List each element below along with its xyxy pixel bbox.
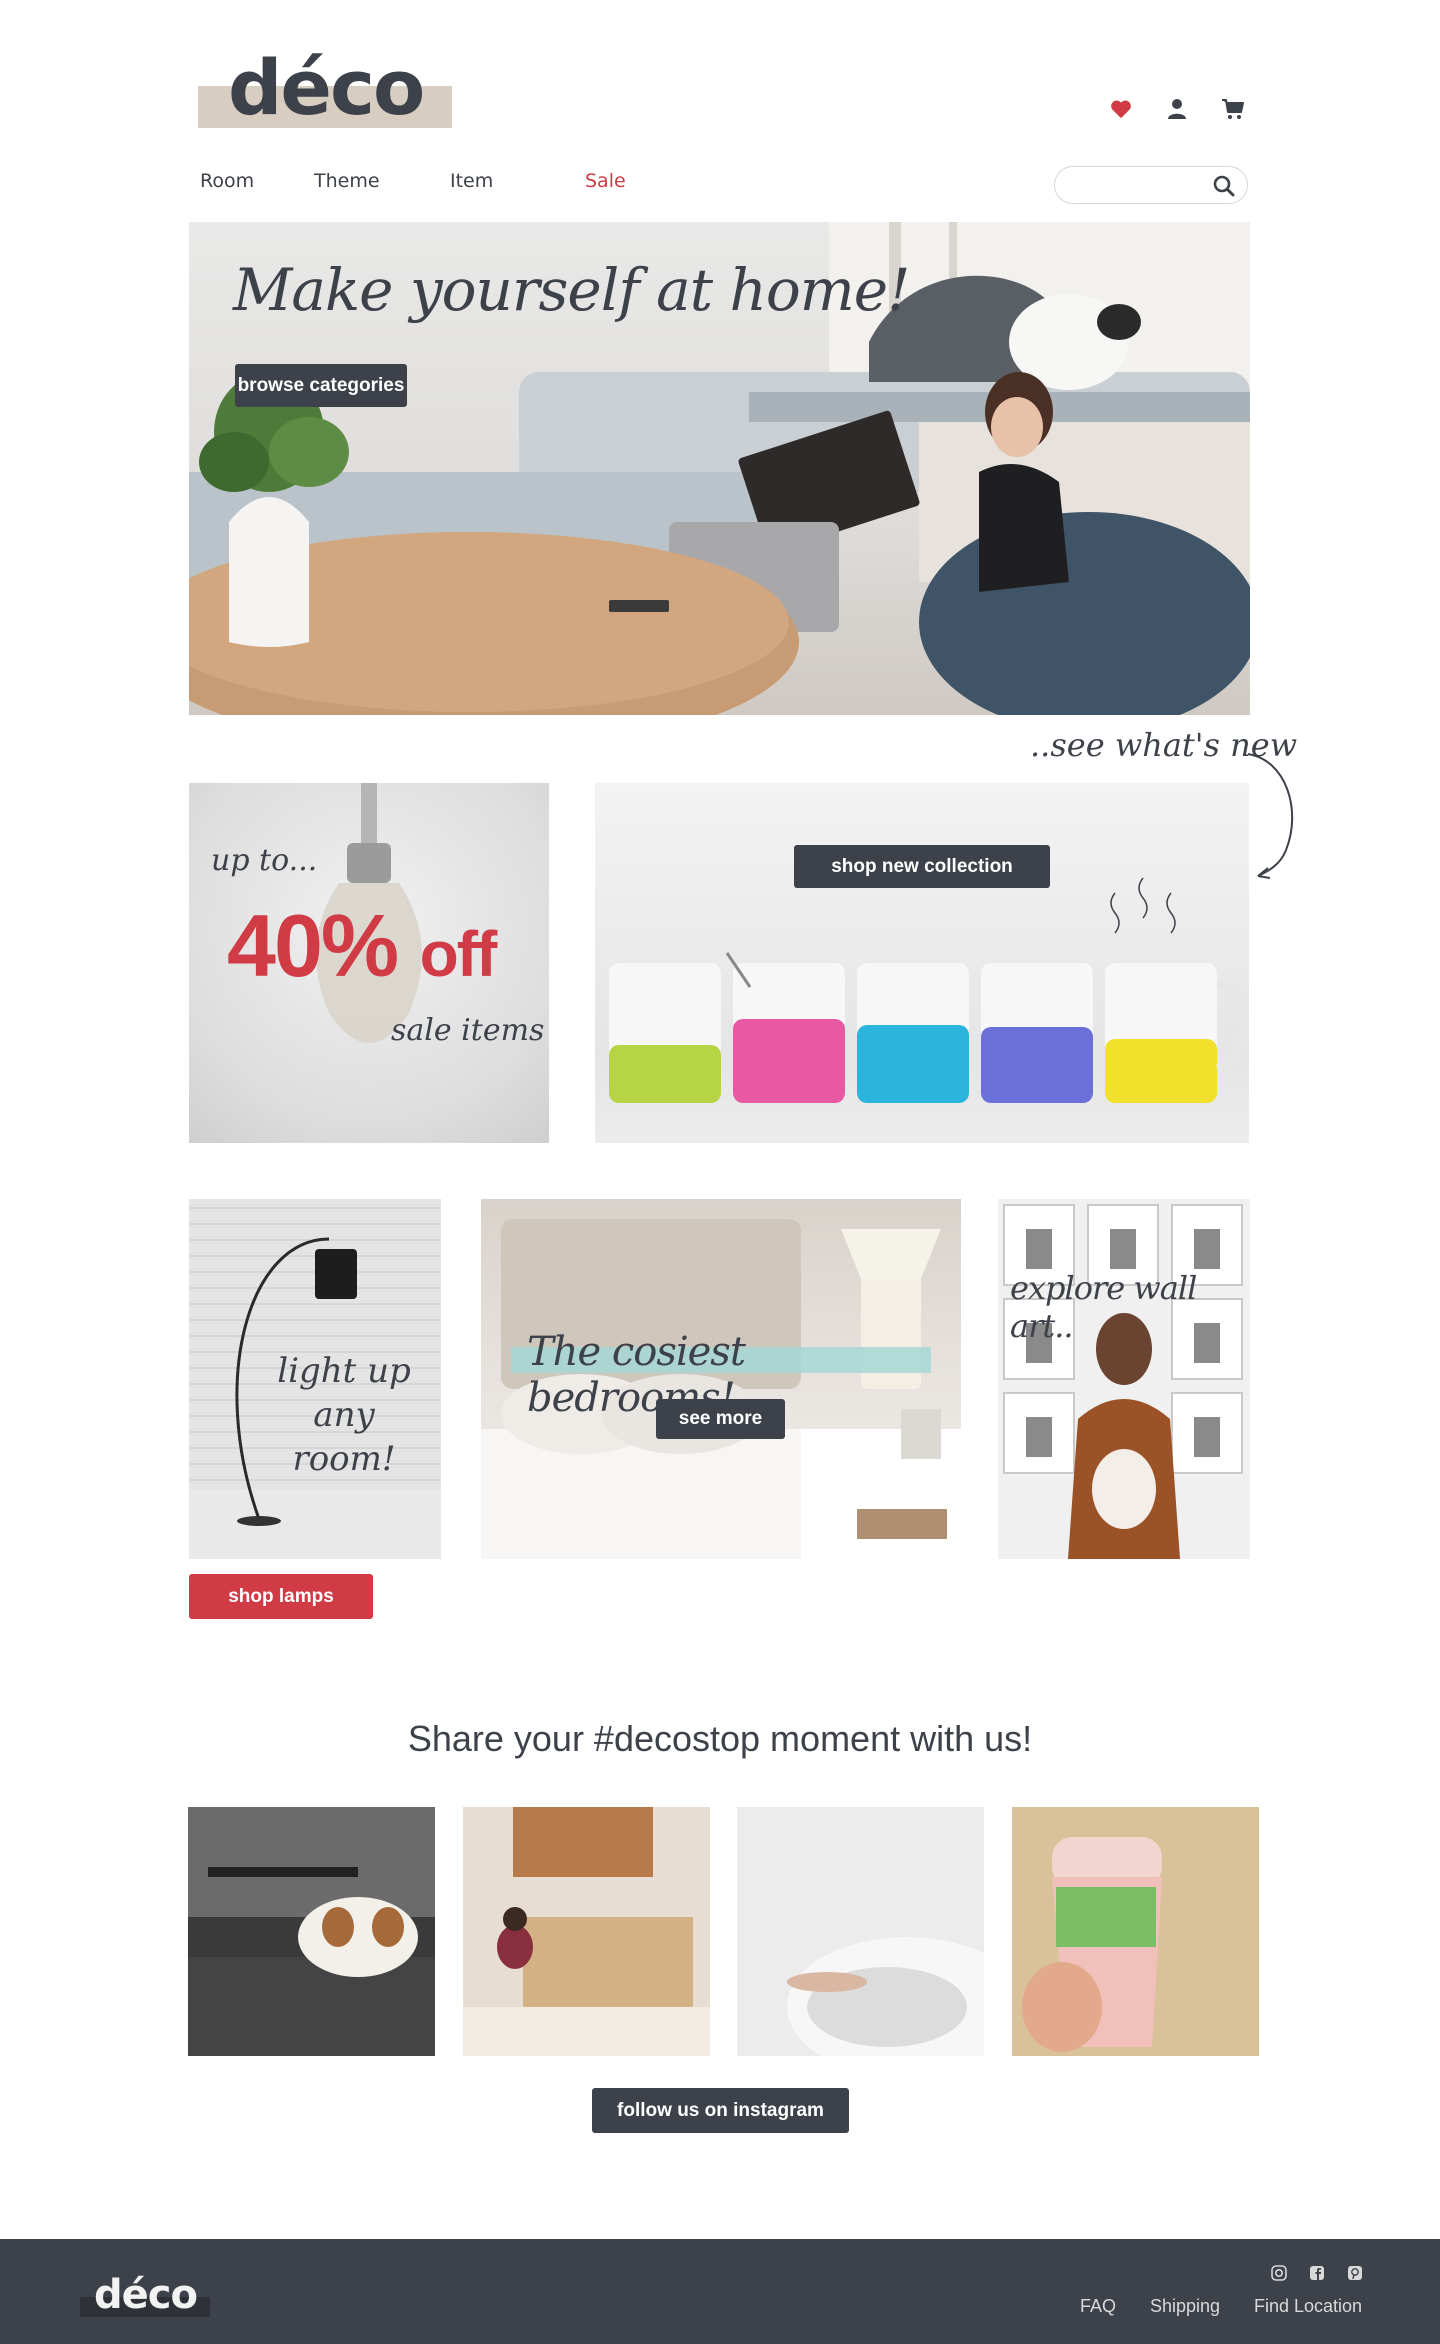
heart-icon[interactable] [1106, 94, 1136, 124]
instagram-photo-cup[interactable] [1011, 1807, 1259, 2056]
wall-art-title: explore wall art.. [1010, 1269, 1197, 1345]
hero-title: Make yourself at home! [233, 256, 910, 324]
coffee-cup-photo-image [1011, 1807, 1259, 2056]
footer-logo[interactable]: déco [80, 2275, 210, 2319]
new-collection-tile: shop new collection [595, 783, 1249, 1143]
hero-banner: Make yourself at home! browse categories [189, 222, 1250, 715]
wall-art-image [1003, 1204, 1243, 1559]
footer-link-shipping[interactable]: Shipping [1150, 2296, 1254, 2317]
lamp-tile[interactable]: light up any room! [189, 1199, 441, 1559]
instagram-photo-bed[interactable] [737, 1807, 985, 2056]
sale-items-text: sale items [391, 1013, 545, 1048]
user-icon[interactable] [1162, 94, 1192, 124]
nav-item-item[interactable]: Item [450, 170, 585, 202]
site-logo[interactable]: déco [198, 50, 452, 128]
lamp-text-line2: any room! [292, 1395, 396, 1479]
sale-percent-text: 40% off [227, 895, 498, 997]
search-icon[interactable] [1213, 175, 1235, 197]
footer: déco [0, 2239, 1440, 2344]
share-title: Share your #decostop moment with us! [407, 1718, 1033, 1759]
logo-text: déco [228, 43, 425, 132]
instagram-photo-dog[interactable] [188, 1807, 435, 2056]
footer-social-icons [1270, 2264, 1364, 2284]
footer-link-faq[interactable]: FAQ [1080, 2296, 1150, 2317]
instagram-icon[interactable] [1270, 2264, 1288, 2284]
facebook-icon[interactable] [1308, 2264, 1326, 2284]
footer-links: FAQ Shipping Find Location [1080, 2296, 1362, 2317]
nav-item-theme[interactable]: Theme [314, 170, 450, 202]
instagram-photo-child[interactable] [462, 1807, 710, 2056]
mugs-image [609, 877, 1248, 1103]
instagram-gallery [188, 1807, 1259, 2056]
main-nav: Room Theme Item Sale [200, 170, 626, 202]
nav-item-sale[interactable]: Sale [585, 170, 626, 202]
sale-up-to-text: up to... [211, 843, 318, 878]
wall-art-tile[interactable]: explore wall art.. [998, 1199, 1250, 1559]
bedroom-tile: The cosiest bedrooms! see more [481, 1199, 961, 1559]
shop-new-collection-button[interactable]: shop new collection [794, 845, 1050, 888]
follow-instagram-button[interactable]: follow us on instagram [592, 2088, 849, 2133]
bed-photo-image [737, 1807, 985, 2056]
search-input[interactable] [1069, 173, 1209, 199]
search-box [1054, 166, 1248, 204]
sale-percent-value: 40% [227, 896, 399, 995]
nav-item-room[interactable]: Room [200, 170, 314, 202]
footer-link-find-location[interactable]: Find Location [1254, 2296, 1362, 2317]
cart-icon[interactable] [1218, 94, 1248, 124]
lamp-text-line1: light up [277, 1351, 411, 1391]
sale-tile[interactable]: up to... 40% off sale items [189, 783, 549, 1143]
sale-off-text: off [419, 918, 498, 990]
browse-categories-button[interactable]: browse categories [235, 364, 407, 407]
see-more-button[interactable]: see more [656, 1399, 785, 1439]
curved-arrow-icon [1247, 753, 1294, 879]
dog-photo-image [188, 1807, 435, 2056]
shop-lamps-button[interactable]: shop lamps [189, 1574, 373, 1619]
footer-logo-text: déco [94, 2272, 198, 2318]
header-icons [1106, 94, 1248, 124]
pinterest-icon[interactable] [1346, 2264, 1364, 2284]
lamp-tile-text: light up any room! [269, 1349, 419, 1481]
child-photo-image [462, 1807, 710, 2056]
